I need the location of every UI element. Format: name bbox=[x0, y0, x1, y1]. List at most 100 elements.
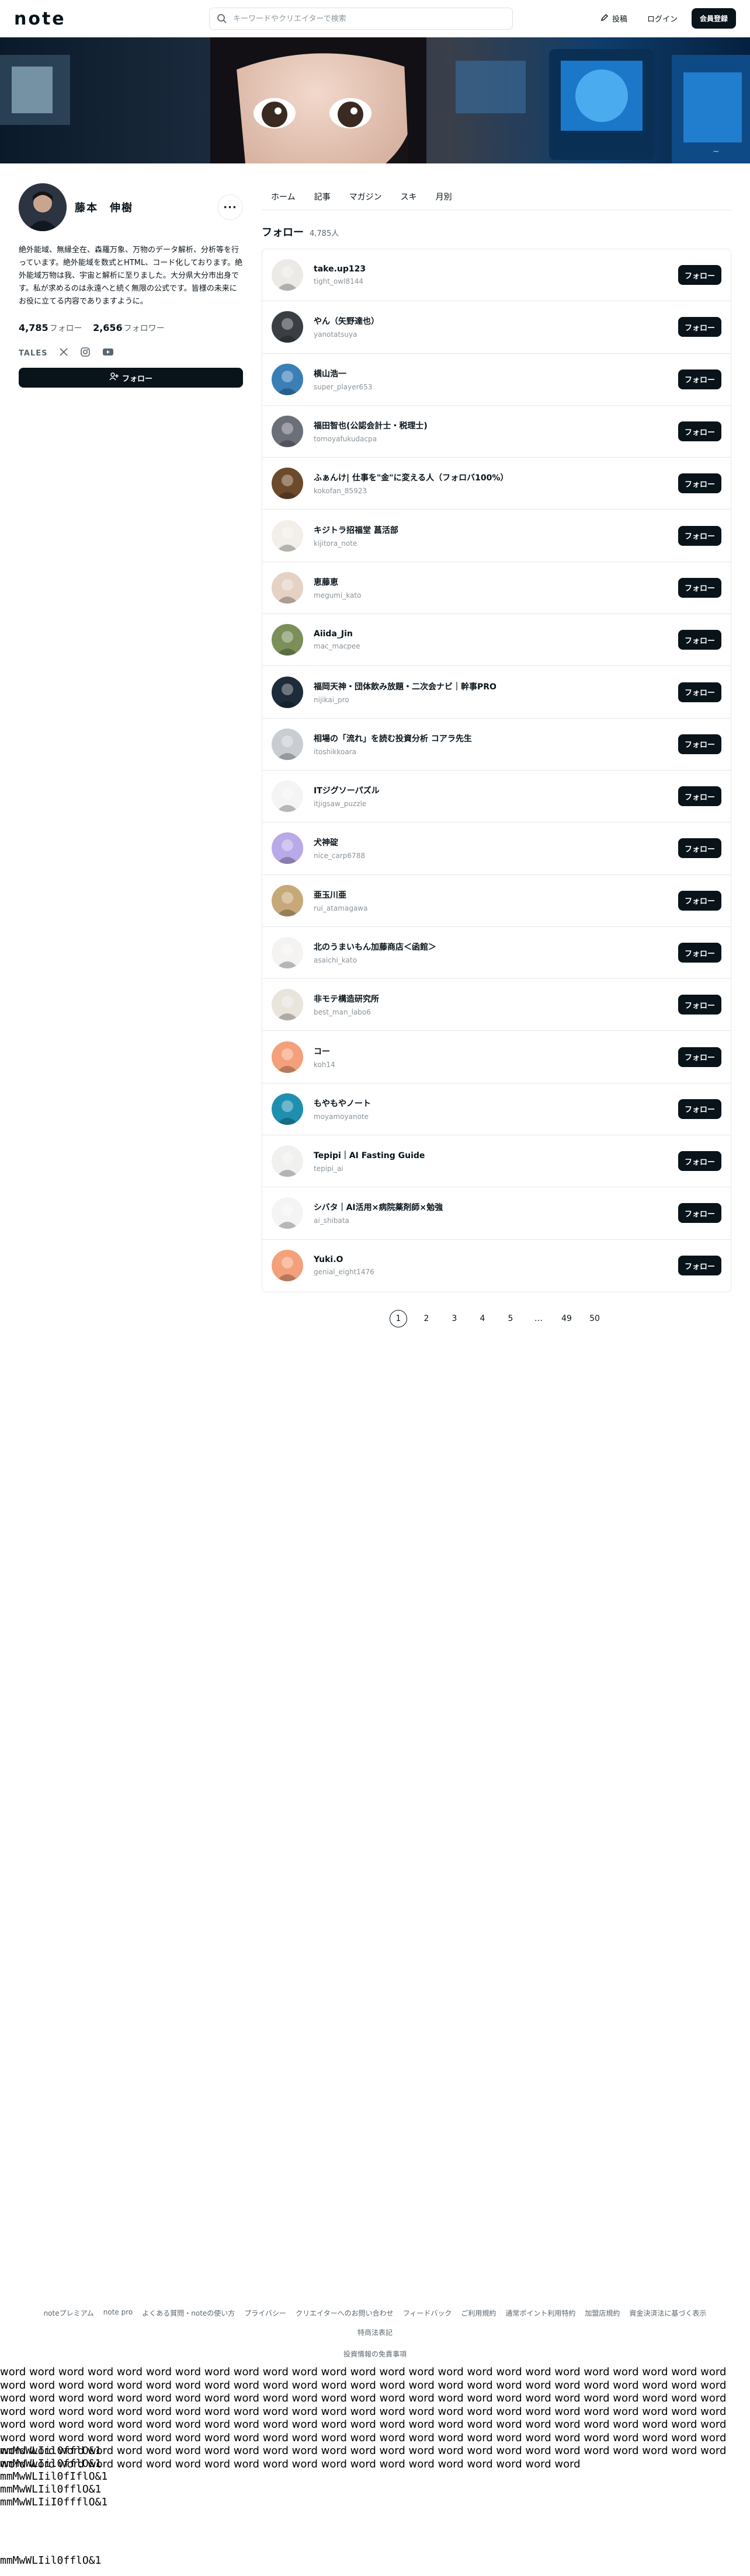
page-50[interactable]: 50 bbox=[586, 1310, 603, 1327]
tab-monthly[interactable]: 月別 bbox=[426, 191, 461, 203]
user-follow-button[interactable]: フォロー bbox=[678, 786, 721, 807]
post-button[interactable]: 投稿 bbox=[595, 9, 633, 28]
user-follow-button[interactable]: フォロー bbox=[678, 1256, 721, 1276]
follow-count[interactable]: 4,785 bbox=[19, 322, 48, 333]
login-button[interactable]: ログイン bbox=[641, 9, 683, 28]
user-follow-button[interactable]: フォロー bbox=[678, 995, 721, 1015]
user-name[interactable]: Aiida_Jin bbox=[314, 629, 678, 639]
footer-link[interactable]: 特商法表記 bbox=[357, 2327, 393, 2337]
footer-link[interactable]: クリエイターへのお問い合わせ bbox=[296, 2308, 394, 2318]
user-follow-button[interactable]: フォロー bbox=[678, 890, 721, 911]
tab-likes[interactable]: スキ bbox=[391, 191, 426, 203]
following-row[interactable]: 恵藤恵 megumi_kato フォロー bbox=[262, 562, 731, 615]
following-row[interactable]: ふぁんけ| 仕事を"金"に変える人（フォロバ100%） kokofan_85923… bbox=[262, 458, 731, 510]
following-row[interactable]: 横山浩一 super_player653 フォロー bbox=[262, 354, 731, 406]
user-avatar[interactable] bbox=[272, 571, 303, 604]
user-name[interactable]: 横山浩一 bbox=[314, 368, 678, 379]
user-avatar[interactable] bbox=[272, 1197, 303, 1229]
footer-link[interactable]: ご利用規約 bbox=[461, 2308, 496, 2318]
profile-follow-button[interactable]: フォロー bbox=[19, 368, 243, 388]
user-follow-button[interactable]: フォロー bbox=[678, 369, 721, 389]
following-row[interactable]: もやもやノート moyamoyanote フォロー bbox=[262, 1083, 731, 1136]
footer-link[interactable]: よくある質問・noteの使い方 bbox=[142, 2308, 235, 2318]
page-2[interactable]: 2 bbox=[418, 1310, 435, 1327]
user-avatar[interactable] bbox=[272, 1093, 303, 1125]
user-name[interactable]: ITジグソーパズル bbox=[314, 785, 678, 796]
following-row[interactable]: Yuki.O genial_eight1476 フォロー bbox=[262, 1240, 731, 1292]
footer-disclaimer-link[interactable]: 投資情報の免責事項 bbox=[0, 2349, 750, 2359]
following-row[interactable]: コー koh14 フォロー bbox=[262, 1031, 731, 1083]
user-follow-button[interactable]: フォロー bbox=[678, 525, 721, 546]
tab-home[interactable]: ホーム bbox=[262, 191, 305, 203]
user-avatar[interactable] bbox=[272, 624, 303, 656]
user-name[interactable]: 亜玉川亜 bbox=[314, 889, 678, 901]
user-avatar[interactable] bbox=[272, 468, 303, 500]
following-row[interactable]: 福岡天神・団体飲み放題・二次会ナビ｜幹事PRO nijikai_pro フォロー bbox=[262, 666, 731, 719]
user-name[interactable]: やん（矢野達也） bbox=[314, 315, 678, 327]
footer-link[interactable]: noteプレミアム bbox=[44, 2308, 94, 2318]
user-follow-button[interactable]: フォロー bbox=[678, 630, 721, 650]
following-row[interactable]: 福田智也(公認会計士・税理士) tomoyafukudacpa フォロー bbox=[262, 406, 731, 458]
user-avatar[interactable] bbox=[272, 832, 303, 865]
user-avatar[interactable] bbox=[272, 259, 303, 291]
tales-link[interactable]: TALES bbox=[19, 349, 47, 358]
profile-avatar[interactable] bbox=[19, 183, 67, 231]
footer-link[interactable]: 加盟店規約 bbox=[585, 2308, 620, 2318]
follower-count[interactable]: 2,656 bbox=[93, 322, 123, 333]
footer-link[interactable]: 通常ポイント利用特約 bbox=[505, 2308, 575, 2318]
following-row[interactable]: 亜玉川亜 rui_atamagawa フォロー bbox=[262, 875, 731, 927]
footer-link[interactable]: プライバシー bbox=[244, 2308, 286, 2318]
user-follow-button[interactable]: フォロー bbox=[678, 1203, 721, 1223]
note-logo[interactable]: note bbox=[14, 9, 66, 29]
user-avatar[interactable] bbox=[272, 1041, 303, 1073]
page-5[interactable]: 5 bbox=[502, 1310, 519, 1327]
youtube-icon[interactable] bbox=[102, 347, 114, 359]
page-49[interactable]: 49 bbox=[558, 1310, 575, 1327]
tab-articles[interactable]: 記事 bbox=[305, 191, 340, 203]
user-avatar[interactable] bbox=[272, 416, 303, 448]
user-avatar[interactable] bbox=[272, 937, 303, 968]
user-avatar[interactable] bbox=[272, 520, 303, 552]
user-follow-button[interactable]: フォロー bbox=[678, 1099, 721, 1119]
user-name[interactable]: take.up123 bbox=[314, 264, 678, 274]
user-avatar[interactable] bbox=[272, 780, 303, 813]
following-row[interactable]: 北のうまいもん加藤商店＜函館＞ asaichi_kato フォロー bbox=[262, 927, 731, 979]
user-avatar[interactable] bbox=[272, 1145, 303, 1177]
user-follow-button[interactable]: フォロー bbox=[678, 577, 721, 598]
following-row[interactable]: 相場の「流れ」を読む投資分析 コアラ先生 itoshikkoara フォロー bbox=[262, 719, 731, 771]
user-name[interactable]: 北のうまいもん加藤商店＜函館＞ bbox=[314, 941, 678, 953]
register-button[interactable]: 会員登録 bbox=[691, 8, 736, 29]
user-name[interactable]: もやもやノート bbox=[314, 1097, 678, 1109]
page-4[interactable]: 4 bbox=[474, 1310, 491, 1327]
more-options-button[interactable]: ··· bbox=[217, 194, 243, 220]
tab-magazines[interactable]: マガジン bbox=[340, 191, 391, 203]
user-follow-button[interactable]: フォロー bbox=[678, 473, 721, 494]
user-follow-button[interactable]: フォロー bbox=[678, 734, 721, 754]
page-1[interactable]: 1 bbox=[390, 1309, 407, 1327]
following-row[interactable]: Tepipi｜AI Fasting Guide tepipi_ai フォロー bbox=[262, 1135, 731, 1188]
user-avatar[interactable] bbox=[272, 676, 303, 708]
user-follow-button[interactable]: フォロー bbox=[678, 317, 721, 337]
following-row[interactable]: シバタ｜AI活用×病院薬剤師×勉強 ai_shibata フォロー bbox=[262, 1187, 731, 1240]
user-follow-button[interactable]: フォロー bbox=[678, 421, 721, 442]
following-row[interactable]: Aiida_Jin mac_macpee フォロー bbox=[262, 614, 731, 667]
user-name[interactable]: キジトラ招福堂 菖活部 bbox=[314, 524, 678, 536]
user-name[interactable]: コー bbox=[314, 1045, 678, 1057]
following-row[interactable]: 犬神碇 nice_carp6788 フォロー bbox=[262, 822, 731, 875]
search-input[interactable] bbox=[233, 14, 512, 23]
user-name[interactable]: ふぁんけ| 仕事を"金"に変える人（フォロバ100%） bbox=[314, 472, 678, 483]
page-3[interactable]: 3 bbox=[446, 1310, 463, 1327]
user-name[interactable]: 非モテ構造研究所 bbox=[314, 993, 678, 1005]
user-follow-button[interactable]: フォロー bbox=[678, 265, 721, 285]
user-follow-button[interactable]: フォロー bbox=[678, 1151, 721, 1172]
instagram-icon[interactable] bbox=[80, 347, 91, 360]
user-name[interactable]: 相場の「流れ」を読む投資分析 コアラ先生 bbox=[314, 733, 678, 744]
user-avatar[interactable] bbox=[272, 728, 303, 760]
user-follow-button[interactable]: フォロー bbox=[678, 943, 721, 963]
user-follow-button[interactable]: フォロー bbox=[678, 1047, 721, 1067]
footer-link[interactable]: フィードバック bbox=[403, 2308, 452, 2318]
user-follow-button[interactable]: フォロー bbox=[678, 838, 721, 859]
user-avatar[interactable] bbox=[272, 363, 303, 395]
footer-link[interactable]: note pro bbox=[103, 2308, 133, 2318]
following-row[interactable]: take.up123 tight_owl8144 フォロー bbox=[262, 249, 731, 302]
